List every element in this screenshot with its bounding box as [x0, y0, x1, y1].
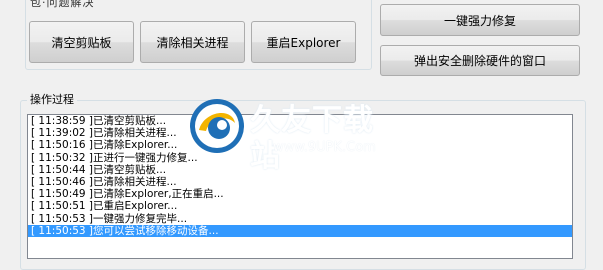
log-line[interactable]: [ 11:50:51 ]已重启Explorer...	[28, 200, 572, 212]
log-line[interactable]: [ 11:50:46 ]已清除相关进程...	[28, 176, 572, 188]
kill-processes-button[interactable]: 清除相关进程	[140, 21, 245, 63]
log-line[interactable]: [ 11:50:53 ]一键强力修复完毕...	[28, 213, 572, 225]
log-line[interactable]: [ 11:50:32 ]正进行一键强力修复...	[28, 152, 572, 164]
log-line[interactable]: [ 11:50:16 ]已清除Explorer...	[28, 139, 572, 151]
restart-explorer-button[interactable]: 重启Explorer	[251, 21, 356, 63]
log-line[interactable]: [ 11:39:02 ]已清除相关进程...	[28, 127, 572, 139]
log-line[interactable]: [ 11:50:49 ]已清除Explorer,正在重启...	[28, 188, 572, 200]
log-listbox[interactable]: [ 11:38:59 ]已清空剪贴板...[ 11:39:02 ]已清除相关进程…	[27, 114, 573, 259]
log-line[interactable]: [ 11:38:59 ]已清空剪贴板...	[28, 115, 572, 127]
clear-clipboard-button[interactable]: 清空剪贴板	[29, 21, 134, 63]
eject-hardware-window-button[interactable]: 弹出安全删除硬件的窗口	[380, 45, 580, 76]
log-line[interactable]: [ 11:50:44 ]已清空剪贴板...	[28, 164, 572, 176]
one-click-repair-button[interactable]: 一键强力修复	[380, 4, 580, 36]
log-line[interactable]: [ 11:50:53 ]您可以尝试移除移动设备...	[28, 224, 572, 237]
log-groupbox-title: 操作过程	[27, 93, 77, 107]
